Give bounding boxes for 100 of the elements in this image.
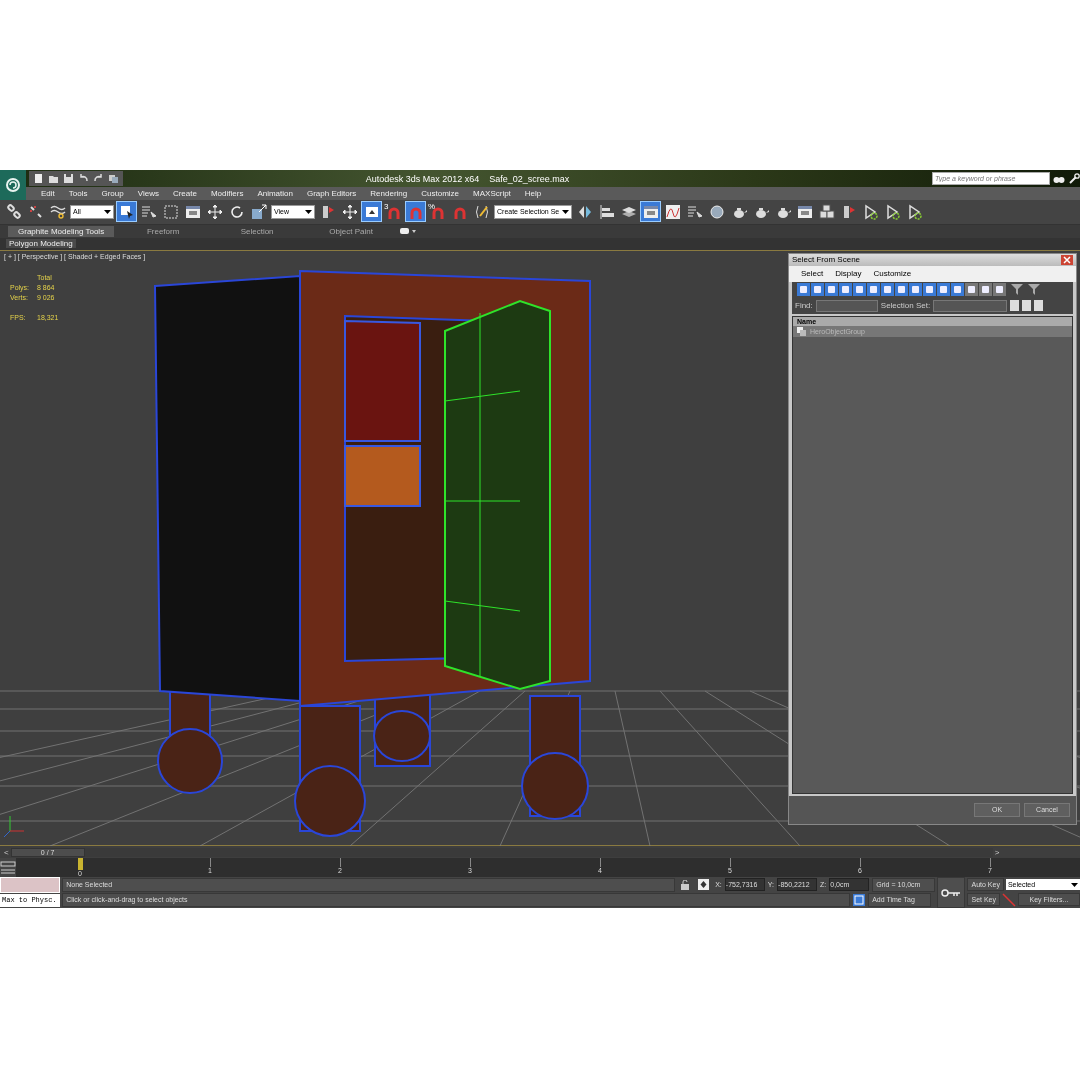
menu-item[interactable]: Tools <box>61 189 95 198</box>
caret-icon <box>562 208 570 216</box>
toolbar-button[interactable] <box>663 202 683 222</box>
close-icon[interactable] <box>1061 254 1073 265</box>
toolbar-button[interactable]: % <box>428 202 447 222</box>
toolbar-button[interactable] <box>340 202 359 222</box>
menu-item[interactable]: Create <box>165 189 204 198</box>
align-icon <box>598 203 615 220</box>
toolbar-button[interactable] <box>4 202 23 222</box>
window-title: Autodesk 3ds Max 2012 x64 <box>365 173 480 184</box>
track-bar-icon[interactable] <box>0 858 16 878</box>
filter-toggle-button[interactable] <box>951 283 964 297</box>
transform-mode-icon[interactable] <box>698 879 710 891</box>
filter-toggle-button[interactable] <box>965 283 978 297</box>
tick-mark <box>470 858 471 868</box>
filter-toggle-button[interactable] <box>909 283 922 297</box>
toolbar-button[interactable] <box>205 202 224 222</box>
filter-toggle-button[interactable] <box>839 283 852 297</box>
filter-toggle-button[interactable] <box>853 283 866 297</box>
toolbar-button[interactable]: 3 <box>384 202 403 222</box>
tick-mark <box>860 858 861 868</box>
braces-pencil-icon <box>473 203 490 220</box>
filter-toggle-button[interactable] <box>993 283 1006 297</box>
next-frame-button[interactable]: > <box>992 847 1002 857</box>
rotate-icon <box>228 203 245 220</box>
list-cursor-icon <box>686 203 703 220</box>
listener-output-field[interactable] <box>0 877 61 894</box>
ribbon-panel-tab[interactable]: Polygon Modeling <box>6 239 76 249</box>
square-icon <box>925 285 934 295</box>
dialog-menu-item[interactable]: Customize <box>869 269 916 279</box>
new-file-icon[interactable] <box>33 173 44 184</box>
current-frame-marker[interactable] <box>78 858 83 871</box>
filter-toggle-button[interactable] <box>895 283 908 297</box>
square-icon <box>995 285 1004 295</box>
undo-icon[interactable] <box>78 173 89 184</box>
snap-label: 3 <box>384 202 389 212</box>
menu-item[interactable]: Group <box>94 189 131 198</box>
play-key-icon <box>862 203 879 220</box>
menu-item[interactable]: Rendering <box>363 189 415 198</box>
lock-icon[interactable] <box>681 879 690 890</box>
project-icon[interactable] <box>108 173 119 184</box>
menu-item[interactable]: Help <box>517 189 549 198</box>
square-icon <box>883 285 892 295</box>
menu-item[interactable]: Modifiers <box>203 189 251 198</box>
dialog-menu-item[interactable]: Display <box>831 269 866 279</box>
square-icon <box>981 285 990 295</box>
filter-toggle-button[interactable] <box>797 283 810 297</box>
broken-link-icon <box>27 203 44 220</box>
ribbon-tab[interactable]: Graphite Modeling Tools <box>8 225 115 237</box>
folder-icon[interactable] <box>48 173 59 184</box>
selection-set-icon[interactable] <box>1010 300 1020 312</box>
square-icon <box>869 285 878 295</box>
ribbon-tab[interactable]: Object Paint <box>306 225 397 237</box>
previous-frame-button[interactable]: < <box>2 847 11 857</box>
app-logo-icon[interactable] <box>0 170 26 200</box>
window-icon <box>796 203 813 220</box>
menu-item[interactable]: Edit <box>34 189 62 198</box>
sphere-icon <box>708 203 725 220</box>
toolbar-button[interactable] <box>817 202 837 222</box>
play-key-icon <box>884 203 901 220</box>
filter-toggle-button[interactable] <box>811 283 824 297</box>
square-icon <box>897 285 906 295</box>
toolbar-button[interactable] <box>707 202 727 222</box>
group-icon <box>797 326 806 336</box>
selection-set-icon[interactable] <box>1034 300 1044 312</box>
square-icon <box>813 285 822 295</box>
filter-toggle-button[interactable] <box>923 283 936 297</box>
menu-item[interactable]: Customize <box>414 189 467 198</box>
caret-icon <box>305 208 312 216</box>
find-field[interactable] <box>815 299 878 312</box>
window-icon <box>184 203 201 220</box>
key-icon <box>941 888 962 897</box>
save-icon[interactable] <box>63 173 74 184</box>
filter-toggle-button[interactable] <box>825 283 838 297</box>
filter-toggle-button[interactable] <box>867 283 880 297</box>
toolbar-button[interactable] <box>597 202 617 222</box>
menu-item[interactable]: MAXScript <box>466 189 518 198</box>
selection-set-icon[interactable] <box>1022 300 1032 312</box>
dialog-menu-item[interactable]: Select <box>797 269 828 279</box>
set-keys-button[interactable] <box>937 877 966 908</box>
wrench-icon[interactable] <box>1068 173 1080 184</box>
menu-item[interactable]: Views <box>130 189 166 198</box>
filter-toggle-button[interactable] <box>979 283 992 297</box>
menu-item[interactable]: Animation <box>250 189 300 198</box>
filter-toggle-button[interactable] <box>937 283 950 297</box>
ribbon-tab[interactable]: Selection <box>212 225 303 237</box>
dashed-square-icon <box>162 203 179 220</box>
ribbon-tab[interactable]: Freeform <box>118 225 209 237</box>
toolbar-button[interactable] <box>362 202 381 222</box>
square-icon <box>827 285 836 295</box>
filter-toggle-button[interactable] <box>881 283 894 297</box>
selection-set-label: Selection Set: <box>880 301 931 311</box>
square-icon <box>799 285 808 295</box>
toolbar-button[interactable] <box>117 202 136 222</box>
ribbon-toggle-icon[interactable] <box>400 227 417 235</box>
time-tag-icon[interactable] <box>853 893 866 906</box>
window-icon <box>642 203 659 220</box>
redo-icon[interactable] <box>93 173 104 184</box>
chain-link-icon <box>5 203 22 220</box>
menu-item[interactable]: Graph Editors <box>299 189 364 198</box>
